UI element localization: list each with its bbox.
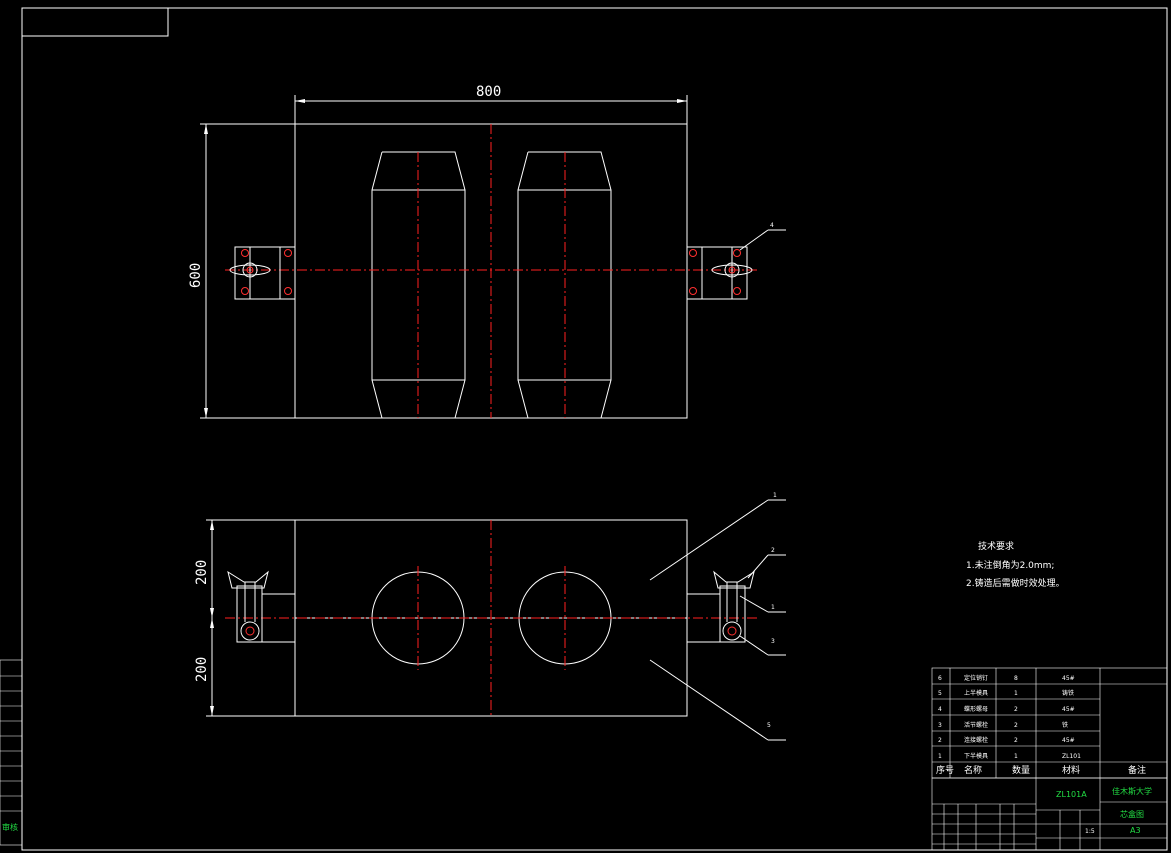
parts-cell-no: 1 (938, 753, 942, 760)
parts-cell-qty: 1 (1014, 690, 1018, 697)
tech-req-title: 技术要求 (978, 540, 1014, 552)
leader-label-3: 1 (771, 604, 775, 611)
left-hinge-bolt (227, 570, 296, 643)
dimension-lower-half: 200 (194, 657, 210, 682)
leader-label-top: 4 (770, 222, 774, 229)
parts-cell-qty: 1 (1014, 753, 1018, 760)
parts-cell-material: 45# (1062, 737, 1075, 744)
parts-cell-name: 连接螺栓 (964, 736, 988, 744)
dimension-width: 800 (476, 84, 501, 100)
parts-cell-no: 5 (938, 690, 942, 697)
parts-cell-no: 2 (938, 737, 942, 744)
parts-cell-material: 45# (1062, 675, 1075, 682)
dimension-upper-half: 200 (194, 560, 210, 585)
left-clamp-top (229, 246, 296, 300)
parts-cell-material: 铁 (1062, 721, 1068, 729)
parts-cell-no: 3 (938, 722, 942, 729)
parts-cell-material: 45# (1062, 706, 1075, 713)
title-block: ZL101A 佳木斯大学 芯盒图 A3 1:5 (931, 777, 1168, 851)
parts-cell-material: ZL101 (1062, 753, 1081, 760)
material-code: ZL101A (1056, 790, 1087, 799)
parts-cell-no: 4 (938, 706, 942, 713)
parts-cell-qty: 8 (1014, 675, 1018, 682)
parts-header-name: 名称 (964, 764, 982, 776)
left-strip: 审核 (0, 659, 23, 846)
tech-req-line-1: 1.未注倒角为2.0mm; (966, 559, 1054, 571)
tech-req-line-2: 2.铸造后需做时效处理。 (966, 577, 1065, 589)
parts-cell-material: 铸铁 (1062, 689, 1074, 697)
reverse-code-box (21, 7, 169, 37)
leader-label-5: 5 (767, 722, 771, 729)
parts-list: 6 定位销钉 8 45# 5 上半模具 1 铸铁 4 蝶形螺母 2 45# 3 活节螺栓 2 铁 2 连接螺栓 2 4… (931, 667, 1168, 779)
cad-drawing-canvas: 审核 800 600 4 200 200 1 2 1 3 5 技术要求 1.未注… (0, 7, 1168, 851)
parts-cell-name: 蝶形螺母 (964, 705, 988, 713)
technical-requirements: 技术要求 1.未注倒角为2.0mm; 2.铸造后需做时效处理。 (966, 540, 1065, 589)
top-view: 800 600 4 (188, 84, 786, 419)
parts-header-no: 序号 (936, 764, 954, 776)
drawing-name: 芯盒图 (1120, 809, 1144, 819)
scale-value: 1:5 (1085, 828, 1095, 835)
parts-cell-name: 下半模具 (964, 752, 988, 760)
drawing-frame (21, 7, 1168, 851)
parts-cell-name: 定位销钉 (964, 674, 988, 682)
parts-cell-qty: 2 (1014, 722, 1018, 729)
sheet-size: A3 (1130, 826, 1141, 835)
parts-cell-name: 上半模具 (964, 689, 988, 697)
dimension-height: 600 (188, 263, 204, 288)
parts-header-note: 备注 (1128, 764, 1146, 776)
leader-label-4: 3 (771, 638, 775, 645)
leader-label-2: 2 (771, 547, 775, 554)
left-strip-label: 审核 (2, 822, 18, 832)
parts-cell-qty: 2 (1014, 706, 1018, 713)
front-view: 200 200 1 2 1 3 5 (194, 492, 786, 741)
leader-label-1: 1 (773, 492, 777, 499)
parts-cell-qty: 2 (1014, 737, 1018, 744)
parts-cell-name: 活节螺栓 (964, 721, 988, 729)
right-clamp-top (686, 246, 753, 300)
school-name: 佳木斯大学 (1112, 786, 1152, 796)
parts-header-qty: 数量 (1012, 764, 1030, 776)
right-hinge-bolt (686, 570, 755, 643)
parts-cell-no: 6 (938, 675, 942, 682)
parts-header-material: 材料 (1062, 764, 1080, 776)
